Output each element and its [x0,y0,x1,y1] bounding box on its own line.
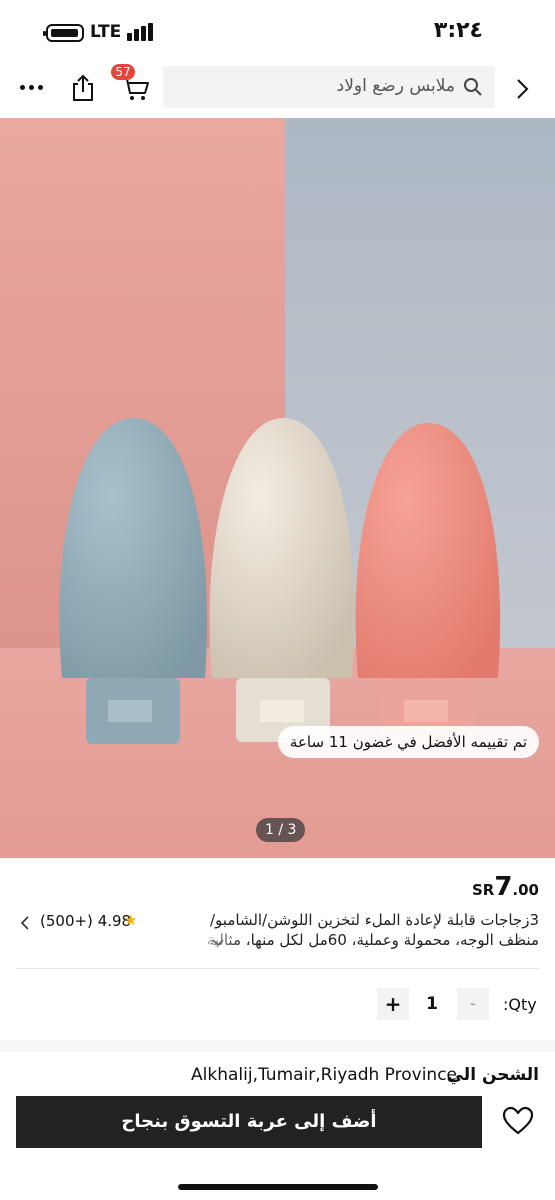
search-icon [463,77,483,97]
status-time: ٣:٢٤ [433,18,483,43]
rating-count: (500+) [40,912,93,930]
signal-icon [127,23,157,41]
back-icon[interactable] [512,78,532,100]
divider [16,968,539,969]
quantity-increase-button[interactable]: + [377,988,409,1020]
bottom-action-bar: أضف إلى عربة التسوق بنجاح [0,1092,555,1200]
more-icon[interactable] [18,80,46,94]
cart-count-badge: 57 [111,64,135,80]
gallery-pager: 1 / 3 [256,818,306,842]
quantity-stepper: :Qty - 1 + [0,984,555,1028]
network-type: LTE [90,22,122,42]
status-bar: LTE ٣:٢٤ [0,0,555,62]
search-bar[interactable]: ملابس رضع اولاد [163,66,495,108]
price-decimal: .00 [512,881,539,899]
quantity-value[interactable]: 1 [412,988,452,1020]
search-input[interactable]: ملابس رضع اولاد [175,76,455,96]
chevron-down-icon[interactable] [212,934,224,947]
price-currency: SR [471,881,495,899]
shipping-destination[interactable]: الشحن الي Alkhalij,Tumair,Riyadh Provinc… [0,1060,555,1090]
quantity-decrease-button[interactable]: - [457,988,489,1020]
top-toolbar: 57 ملابس رضع اولاد [0,62,555,118]
add-to-cart-button[interactable]: أضف إلى عربة التسوق بنجاح [16,1096,482,1148]
home-indicator [178,1184,378,1190]
product-gallery[interactable]: تم تقييمه الأفضل في غضون 11 ساعة 1 / 3 [0,118,555,858]
battery-icon [43,24,84,42]
chevron-left-icon[interactable] [20,915,30,930]
heart-icon[interactable] [502,1106,534,1136]
best-review-badge: تم تقييمه الأفضل في غضون 11 ساعة [277,726,539,758]
price-integer: 7 [494,872,513,902]
quantity-label: :Qty [503,995,537,1014]
shipping-address: Alkhalij,Tumair,Riyadh Province [191,1065,457,1085]
section-separator [0,1040,555,1052]
product-title-row: 3زجاجات قابلة لإعادة الملء لتخزين اللوشن… [0,906,555,966]
star-icon: ★ [124,911,138,929]
share-icon[interactable] [70,74,96,102]
shipping-label: الشحن الي [446,1065,539,1085]
product-price: SR7.00 [472,872,539,902]
product-rating[interactable]: (500+) 4.98 [40,912,131,930]
